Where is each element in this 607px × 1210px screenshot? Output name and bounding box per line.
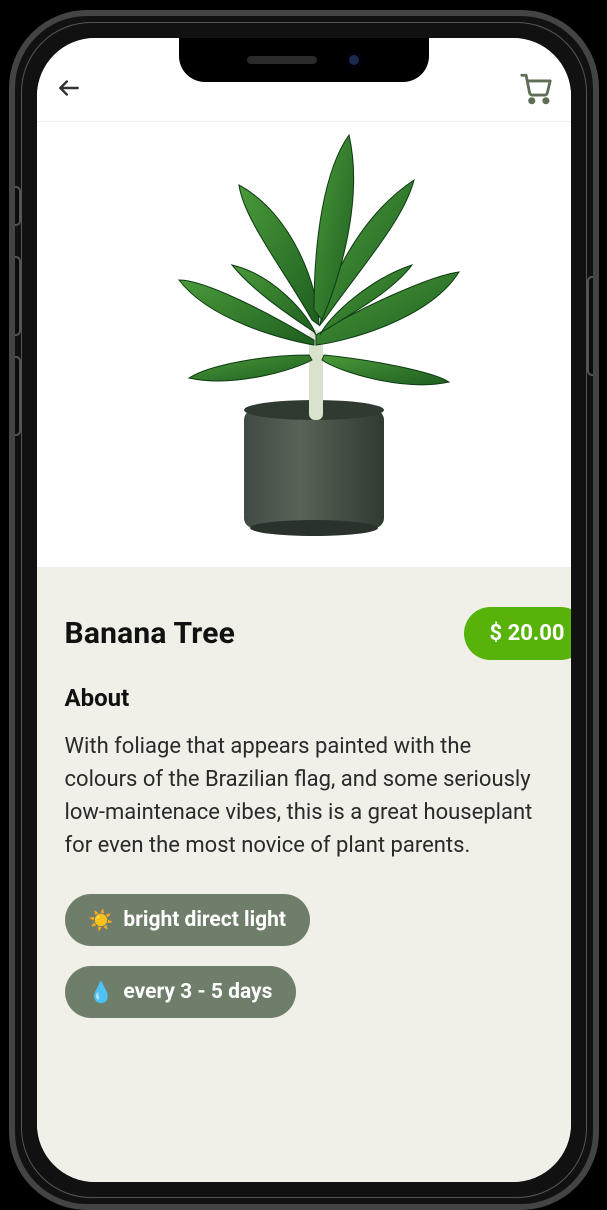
device-mute-switch	[11, 186, 21, 226]
cart-icon	[519, 71, 553, 105]
care-chip-label: bright direct light	[123, 908, 286, 932]
product-image-panel	[37, 122, 571, 567]
back-button[interactable]	[51, 70, 87, 106]
back-arrow-icon	[56, 75, 82, 101]
app-root: Banana Tree $ 20.00 About With foliage t…	[37, 38, 571, 1182]
product-title: Banana Tree	[65, 616, 236, 651]
phone-frame: Banana Tree $ 20.00 About With foliage t…	[9, 10, 599, 1210]
device-notch	[179, 38, 429, 82]
water-drop-icon: 💧	[89, 980, 114, 1004]
cart-button[interactable]	[515, 67, 557, 109]
device-volume-down	[11, 356, 21, 436]
device-front-camera	[347, 53, 361, 67]
device-speaker	[247, 56, 317, 64]
device-volume-up	[11, 256, 21, 336]
product-details: Banana Tree $ 20.00 About With foliage t…	[37, 567, 571, 1182]
care-chip-list: ☀️ bright direct light 💧 every 3 - 5 day…	[65, 894, 543, 1018]
care-chip-water[interactable]: 💧 every 3 - 5 days	[65, 966, 297, 1018]
sun-icon: ☀️	[89, 908, 114, 932]
about-text: With foliage that appears painted with t…	[65, 730, 543, 862]
product-image	[114, 120, 494, 550]
screen: Banana Tree $ 20.00 About With foliage t…	[37, 38, 571, 1182]
device-power-button	[587, 276, 597, 376]
title-row: Banana Tree $ 20.00	[65, 607, 543, 660]
care-chip-light[interactable]: ☀️ bright direct light	[65, 894, 311, 946]
about-heading: About	[65, 684, 543, 712]
care-chip-label: every 3 - 5 days	[123, 980, 272, 1004]
price-text: $ 20.00	[490, 621, 565, 646]
price-pill[interactable]: $ 20.00	[464, 607, 571, 660]
